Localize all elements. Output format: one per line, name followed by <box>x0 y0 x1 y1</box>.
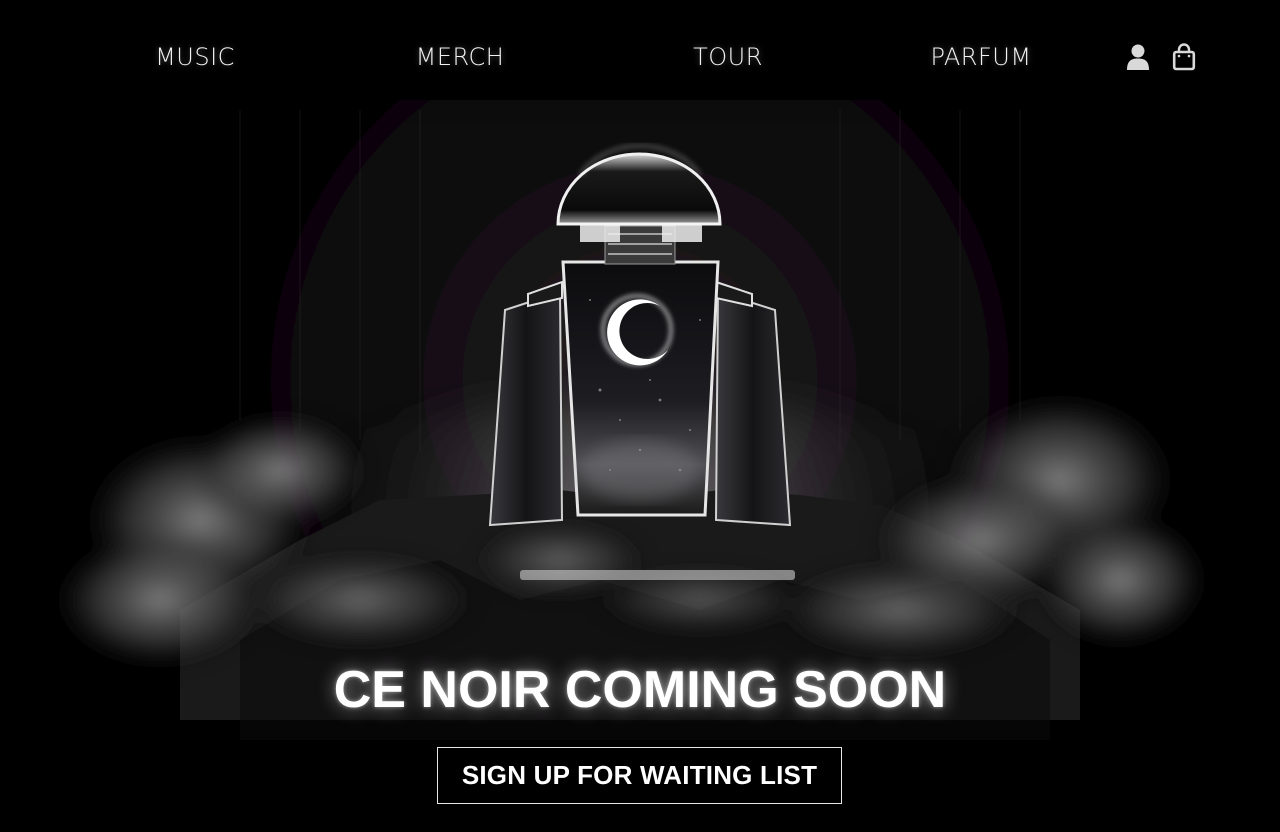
nav-parfum[interactable]: PARFUM <box>930 40 1031 74</box>
nav-merch[interactable]: MERCH <box>416 40 505 74</box>
user-icon[interactable] <box>1125 43 1151 71</box>
shopping-bag-icon[interactable] <box>1172 43 1198 71</box>
nav-music[interactable]: MUSIC <box>155 40 235 74</box>
nav-tour[interactable]: TOUR <box>693 40 763 74</box>
waitlist-signup-button[interactable]: SIGN UP FOR WAITING LIST <box>437 747 842 804</box>
hero-headline: CE NOIR COMING SOON <box>333 661 947 719</box>
